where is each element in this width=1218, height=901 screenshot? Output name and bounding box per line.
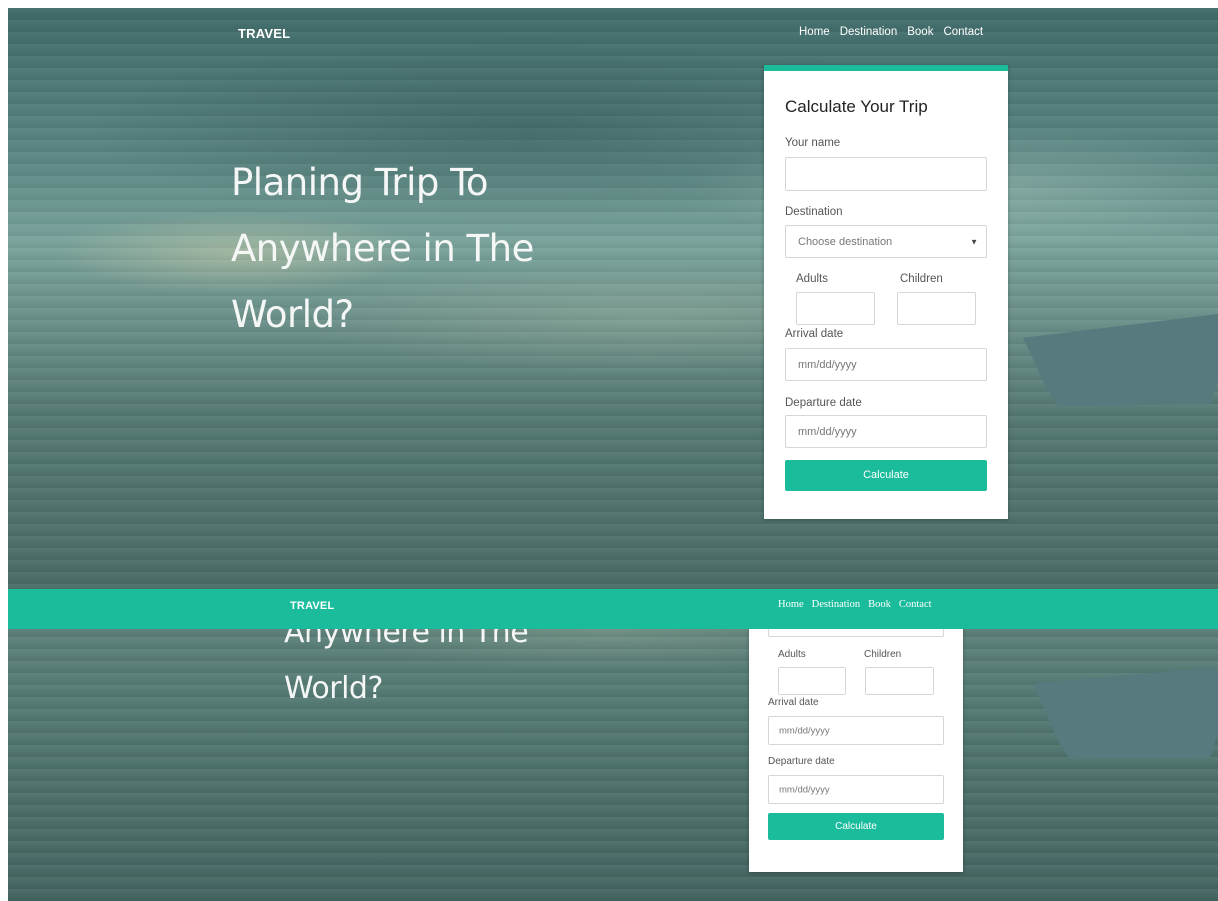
calculate-button[interactable]: Calculate: [785, 460, 987, 491]
destination-label: Destination: [785, 206, 843, 218]
departure-date-label: Departure date: [768, 756, 835, 767]
nav-link-contact[interactable]: Contact: [899, 599, 932, 610]
arrival-date-placeholder: mm/dd/yyyy: [798, 358, 857, 371]
sky-background: [8, 8, 1218, 589]
brand-logo[interactable]: TRAVEL: [238, 26, 290, 41]
nav-link-home[interactable]: Home: [778, 599, 804, 610]
departure-date-label: Departure date: [785, 397, 862, 409]
adults-input[interactable]: [778, 667, 846, 695]
departure-date-placeholder: mm/dd/yyyy: [779, 784, 830, 795]
nav-links: Home Destination Book Contact: [799, 26, 983, 38]
destination-placeholder: Choose destination: [798, 235, 893, 248]
name-label: Your name: [785, 137, 841, 149]
form-title: Calculate Your Trip: [785, 97, 928, 116]
arrival-date-input[interactable]: mm/dd/yyyy: [785, 348, 987, 381]
arrival-date-label: Arrival date: [785, 328, 844, 340]
headline-line-3: World?: [284, 671, 383, 706]
children-input[interactable]: [897, 292, 976, 325]
arrival-date-input[interactable]: mm/dd/yyyy: [768, 716, 944, 745]
nav-link-destination[interactable]: Destination: [840, 26, 898, 38]
adults-input[interactable]: [796, 292, 875, 325]
nav-link-book[interactable]: Book: [907, 26, 933, 38]
departure-date-input[interactable]: mm/dd/yyyy: [785, 415, 987, 448]
arrival-date-label: Arrival date: [768, 697, 819, 708]
nav-links: Home Destination Book Contact: [778, 599, 932, 610]
trip-calculator-card: Adults Children Arrival date mm/dd/yyyy …: [749, 589, 963, 872]
hero-section-scrolled: TRAVEL Home Destination Book Contact Any…: [8, 589, 1218, 901]
dropdown-caret-icon: ▼: [970, 237, 978, 246]
adults-label: Adults: [796, 273, 828, 285]
hero-headline: Planing Trip To Anywhere in The World?: [231, 150, 534, 348]
hero-section-top: TRAVEL Home Destination Book Contact Pla…: [8, 8, 1218, 589]
children-input[interactable]: [865, 667, 934, 695]
destination-select[interactable]: Choose destination ▼: [785, 225, 987, 258]
headline-line-1: Planing Trip To: [231, 161, 489, 204]
headline-line-3: World?: [231, 293, 354, 336]
trip-calculator-card: Calculate Your Trip Your name Destinatio…: [764, 65, 1008, 519]
departure-date-placeholder: mm/dd/yyyy: [798, 425, 857, 438]
departure-date-input[interactable]: mm/dd/yyyy: [768, 775, 944, 804]
sky-background: [8, 589, 1218, 901]
sticky-navbar: TRAVEL Home Destination Book Contact: [8, 589, 1218, 629]
brand-logo[interactable]: TRAVEL: [290, 600, 334, 612]
arrival-date-placeholder: mm/dd/yyyy: [779, 725, 830, 736]
nav-link-home[interactable]: Home: [799, 26, 830, 38]
children-label: Children: [864, 649, 902, 660]
name-input[interactable]: [785, 157, 987, 191]
nav-link-destination[interactable]: Destination: [812, 599, 860, 610]
adults-label: Adults: [778, 649, 806, 660]
nav-link-book[interactable]: Book: [868, 599, 891, 610]
nav-link-contact[interactable]: Contact: [943, 26, 983, 38]
headline-line-2: Anywhere in The: [231, 227, 534, 270]
calculate-button[interactable]: Calculate: [768, 813, 944, 840]
children-label: Children: [900, 273, 943, 285]
